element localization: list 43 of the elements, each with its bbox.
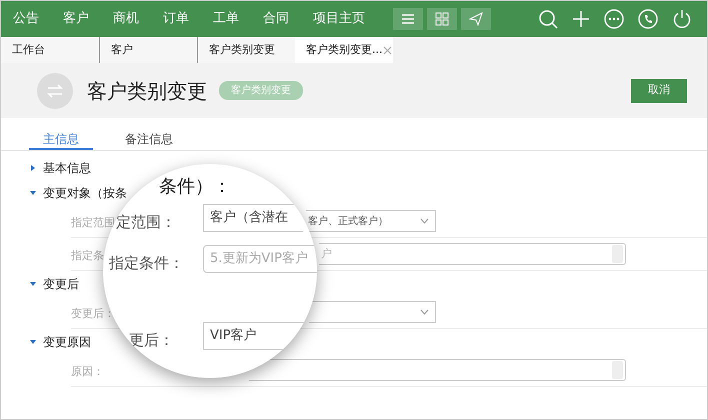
nav-link[interactable]: 公告 [1, 1, 51, 37]
scroll-arrows-icon [612, 245, 623, 263]
section-title[interactable]: 变更原因 [43, 332, 91, 350]
field-label: 更后： [129, 330, 174, 351]
swap-icon [37, 72, 73, 108]
field-label: 定范围： [116, 212, 176, 233]
menu-icon[interactable] [393, 8, 423, 30]
page-tab[interactable]: 客户类别变更... [295, 37, 393, 63]
grid-icon[interactable] [427, 8, 457, 30]
close-icon[interactable] [383, 46, 392, 54]
type-tag: 客户类别变更 [219, 81, 303, 100]
cancel-button[interactable]: 取消 [631, 78, 687, 102]
select-field[interactable] [309, 301, 436, 323]
nav-link[interactable]: 工单 [201, 1, 251, 37]
section-title: 条件）： [159, 175, 231, 199]
page-tab[interactable]: 客户 [99, 37, 197, 63]
select-field[interactable]: 客户（含潜在 [203, 204, 303, 232]
field-label: 指定条 [71, 249, 104, 262]
field-label: 变更后： [71, 307, 115, 320]
page-tab[interactable]: 客户类别变更 [197, 37, 295, 63]
section-tab[interactable]: 备注信息 [111, 124, 187, 150]
section-title[interactable]: 变更对象（按条 [43, 184, 127, 202]
section-title[interactable]: 变更后 [43, 274, 79, 292]
section-tab[interactable]: 主信息 [29, 124, 93, 150]
chevron-down-icon[interactable] [420, 309, 429, 315]
select-field[interactable]: 客户、正式客户） [306, 210, 436, 232]
field-label: 指定条件： [109, 253, 184, 274]
expand-icon[interactable] [29, 280, 37, 288]
chevron-down-icon[interactable] [420, 218, 429, 224]
field-label: 原因： [71, 365, 104, 378]
nav-link[interactable]: 客户 [51, 1, 101, 37]
expand-icon[interactable] [29, 188, 37, 196]
section-title[interactable]: 基本信息 [43, 158, 91, 176]
expand-icon[interactable] [29, 164, 37, 172]
nav-link[interactable]: 项目主页 [301, 1, 377, 37]
nav-link[interactable]: 商机 [101, 1, 151, 37]
page-tab[interactable]: 工作台 [1, 37, 99, 63]
page-title: 客户类别变更 [87, 78, 207, 104]
nav-link[interactable]: 订单 [151, 1, 201, 37]
send-icon[interactable] [461, 8, 491, 30]
nav-link[interactable]: 合同 [251, 1, 301, 37]
scroll-arrows-icon [612, 361, 623, 379]
expand-icon[interactable] [29, 338, 37, 346]
